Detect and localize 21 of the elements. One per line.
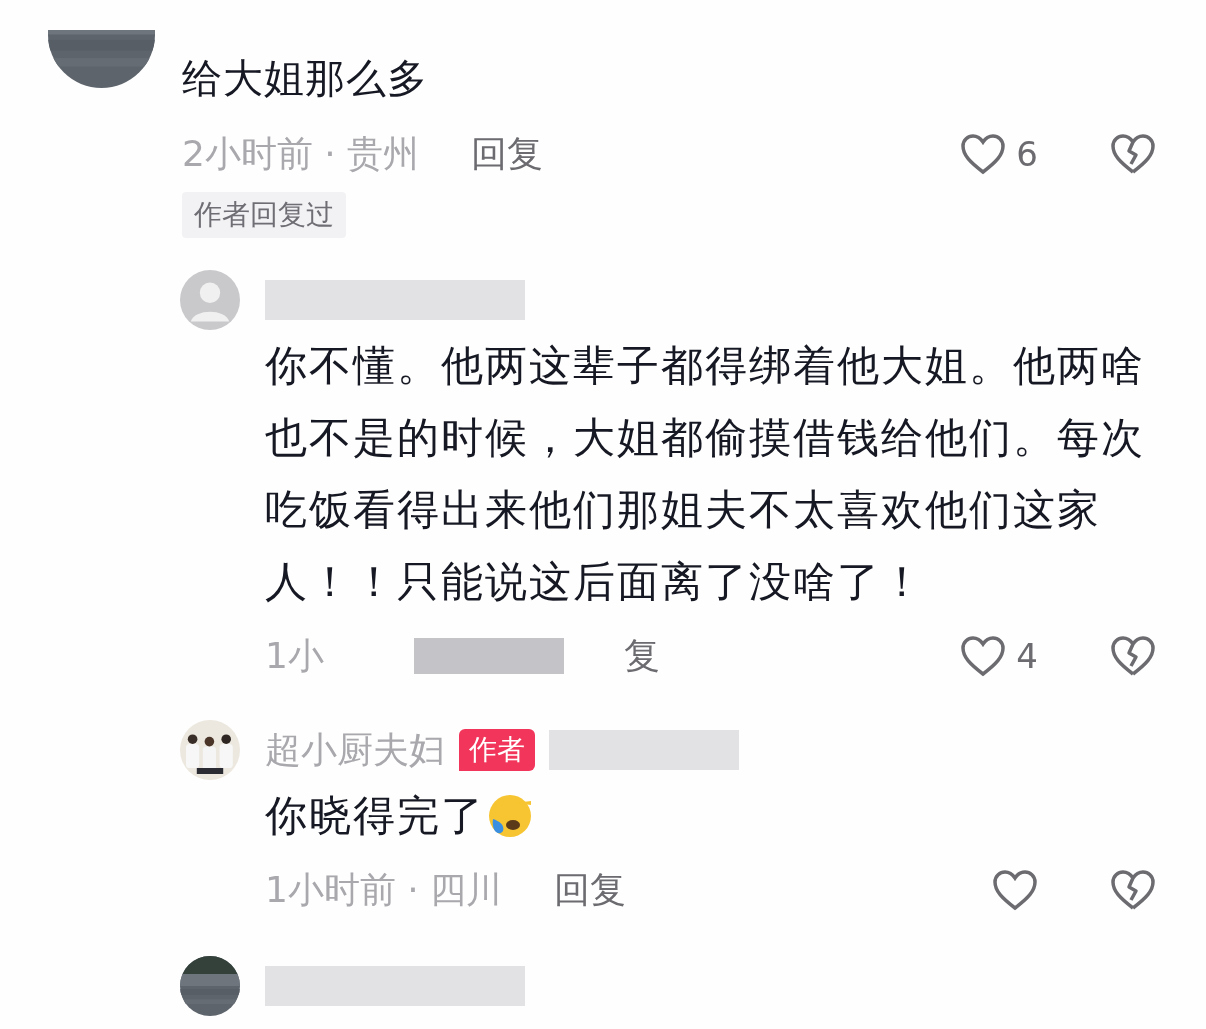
broken-heart-icon[interactable] <box>1110 133 1156 175</box>
broken-heart-icon[interactable] <box>1110 869 1156 911</box>
default-avatar-icon <box>180 270 240 330</box>
comment-text: 你不懂。他两这辈子都得绑着他大姐。他两啥也不是的时候，大姐都偷摸借钱给他们。每次吃饭看得出来他们那姐夫不太喜欢他们这家人！！只能说这后面离了没啥了！ <box>265 340 1146 608</box>
comment-time: 2小时前 · 贵州 <box>182 131 420 176</box>
comment-text: 你晓得完了 <box>265 790 485 842</box>
comment-time: 1小时前 · 四川 <box>265 867 503 912</box>
reply-button[interactable]: 回复 <box>554 865 627 915</box>
like-button[interactable]: 6 <box>960 133 1038 175</box>
heart-icon <box>960 635 1007 677</box>
broken-heart-icon[interactable] <box>1110 635 1156 677</box>
comment-time: 1小 <box>265 633 324 678</box>
reply-button[interactable]: 回复 <box>471 129 544 179</box>
like-button[interactable] <box>992 869 1038 911</box>
reply-button[interactable]: 复 <box>623 631 660 681</box>
author-badge: 作者 <box>459 729 535 771</box>
heart-icon <box>960 133 1007 175</box>
like-button[interactable]: 4 <box>960 635 1038 677</box>
author-replied-tag: 作者回复过 <box>182 192 346 238</box>
comment-text: 给大姐那么多 <box>182 54 428 103</box>
heart-icon <box>992 869 1038 911</box>
